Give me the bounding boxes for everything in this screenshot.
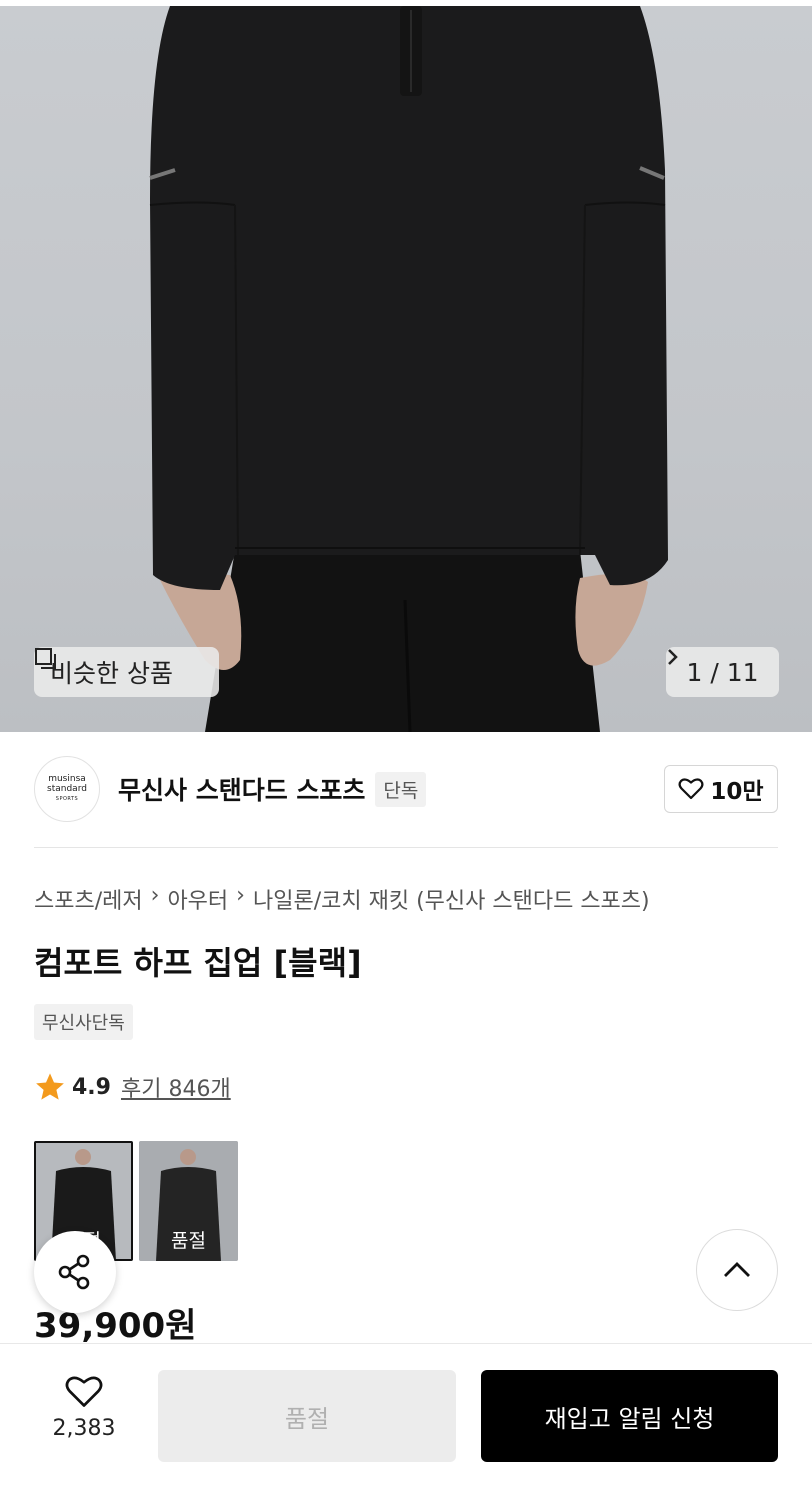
similar-products-button[interactable]: 비슷한 상품: [34, 647, 219, 697]
review-link[interactable]: 후기 846개: [121, 1071, 231, 1103]
chevron-up-icon: [724, 1262, 750, 1277]
exclusive-badge: 무신사단독: [34, 1004, 133, 1040]
product-image[interactable]: 비슷한 상품 1 / 11: [0, 0, 812, 732]
breadcrumb-item-sports[interactable]: 스포츠/레저: [34, 883, 143, 915]
image-counter-button[interactable]: 1 / 11: [666, 647, 779, 697]
product-photo: [149, 6, 668, 732]
brand-logo-text-3: SPORTS: [55, 796, 79, 802]
heart-icon: [678, 778, 704, 800]
purchase-bar: 2,383 품절 재입고 알림 신청: [0, 1343, 812, 1500]
brand-row: musinsa standard SPORTS 무신사 스탠다드 스포츠 단독 …: [34, 756, 778, 822]
divider: [34, 847, 778, 848]
breadcrumb-item-jacket[interactable]: 나일론/코치 재킷 (무신사 스탠다드 스포츠): [253, 883, 650, 915]
wishlist-button[interactable]: 2,383: [34, 1374, 134, 1464]
breadcrumb: 스포츠/레저 › 아우터 › 나일론/코치 재킷 (무신사 스탠다드 스포츠): [34, 883, 650, 915]
chevron-right-icon: [668, 649, 678, 665]
brand-logo[interactable]: musinsa standard SPORTS: [34, 756, 100, 822]
brand-like-button[interactable]: 10만: [664, 765, 778, 813]
brand-logo-text-1: musinsa: [48, 774, 86, 784]
product-title: 컴포트 하프 집업 [블랙]: [34, 944, 362, 982]
brand-exclusive-badge: 단독: [375, 771, 427, 807]
share-icon: [58, 1254, 90, 1290]
share-button[interactable]: [34, 1231, 116, 1313]
similar-products-label: 비슷한 상품: [50, 659, 173, 688]
scroll-to-top-button[interactable]: [696, 1229, 778, 1311]
brand-name[interactable]: 무신사 스탠다드 스포츠: [118, 771, 365, 807]
color-option-2[interactable]: 품절: [139, 1141, 238, 1261]
thumb-soldout-label: 품절: [171, 1230, 206, 1252]
restock-alert-button[interactable]: 재입고 알림 신청: [481, 1370, 778, 1462]
star-icon: [36, 1073, 64, 1100]
breadcrumb-separator-icon: ›: [236, 883, 245, 908]
brand-logo-text-2: standard: [47, 784, 87, 794]
breadcrumb-separator-icon: ›: [150, 883, 160, 908]
brand-like-count: 10만: [710, 779, 764, 805]
rating-score: 4.9: [72, 1074, 111, 1100]
similar-items-icon: [35, 648, 56, 669]
heart-icon: [65, 1376, 103, 1407]
soldout-button[interactable]: 품절: [158, 1370, 456, 1462]
image-counter: 1 / 11: [686, 657, 759, 687]
wishlist-count: 2,383: [52, 1416, 116, 1441]
breadcrumb-item-outer[interactable]: 아우터: [167, 883, 228, 915]
rating: 4.9 후기 846개: [34, 1071, 231, 1103]
